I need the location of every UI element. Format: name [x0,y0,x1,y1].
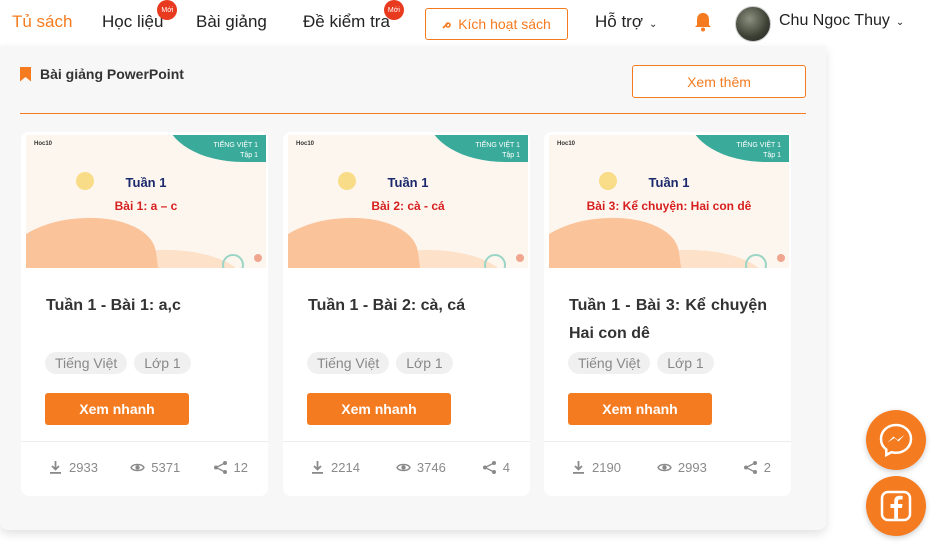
thumb-subject: TIẾNG VIỆT 1 Tập 1 [213,142,258,159]
eye-icon [657,463,672,472]
nav-item-label: Hỗ trợ [595,12,643,31]
eye-icon [396,463,411,472]
thumb-lesson: Bài 2: cà - cá [371,199,445,213]
lecture-panel: Bài giảng PowerPoint Xem thêm Hoc10 TIẾN… [0,46,826,530]
thumb-week: Tuần 1 [387,175,429,190]
quick-view-button[interactable]: Xem nhanh [45,393,189,425]
lecture-card[interactable]: Hoc10 TIẾNG VIỆT 1 Tập 1 Tuần 1 Bài 3: Kể… [544,132,791,496]
thumb-subject: TIẾNG VIỆT 1 Tập 1 [736,142,781,159]
eye-icon [130,463,146,472]
bell-icon[interactable] [694,12,712,32]
download-icon [312,461,323,474]
card-stats: 2933 5371 12 [48,460,248,475]
thumb-brand: Hoc10 [557,141,576,147]
card-stats: 2214 3746 4 [310,460,510,475]
share-icon [482,461,496,474]
nav-item-tu-sach[interactable]: Tủ sách [12,12,72,32]
nav-item-hoc-lieu[interactable]: Học liệu Mới [102,0,178,32]
card-thumbnail[interactable]: Hoc10 TIẾNG VIỆT 1 Tập 1 Tuần 1 Bài 3: Kể… [549,135,789,268]
share-icon [743,461,757,474]
card-tags: Tiếng Việt Lớp 1 [45,352,191,374]
messenger-icon [879,423,913,458]
card-thumbnail[interactable]: Hoc10 TIẾNG VIỆT 1 Tập 1 Tuần 1 Bài 1: a … [26,135,266,268]
card-tags: Tiếng Việt Lớp 1 [307,352,453,374]
card-tags: Tiếng Việt Lớp 1 [568,352,714,374]
activate-book-button[interactable]: Kích hoạt sách [425,8,568,40]
activate-book-label: Kích hoạt sách [458,16,551,32]
nav-item-label: Đề kiểm tra [303,12,390,31]
thumb-subject: TIẾNG VIỆT 1 Tập 1 [475,142,520,159]
quick-view-button[interactable]: Xem nhanh [307,393,451,425]
view-count: 2993 [657,460,707,475]
facebook-icon [880,490,912,522]
chevron-down-icon: ⌄ [649,19,658,30]
card-thumbnail[interactable]: Hoc10 TIẾNG VIỆT 1 Tập 1 Tuần 1 Bài 2: cà… [288,135,528,268]
card-stats: 2190 2993 2 [571,460,771,475]
section-header: Bài giảng PowerPoint [20,66,184,82]
thumb-brand: Hoc10 [296,141,315,147]
new-badge: Mới [157,0,178,20]
share-count[interactable]: 12 [213,460,248,475]
key-icon [442,22,451,29]
download-icon [50,461,61,474]
share-icon [213,461,227,474]
download-count: 2214 [310,460,360,475]
divider [283,441,530,442]
view-count: 5371 [130,460,180,475]
share-count[interactable]: 2 [743,460,771,475]
thumb-brand: Hoc10 [34,141,53,147]
view-count: 3746 [396,460,446,475]
divider [21,441,268,442]
share-count[interactable]: 4 [482,460,510,475]
tag-subject: Tiếng Việt [307,352,390,374]
card-title[interactable]: Tuần 1 - Bài 1: a,c [46,292,244,320]
user-menu[interactable]: Chu Ngoc Thuy ⌄ [779,12,904,30]
nav-item-de-kiem-tra[interactable]: Đề kiểm tra Mới [303,0,404,32]
chevron-down-icon: ⌄ [895,17,905,28]
top-nav: Tủ sách Học liệu Mới Bài giảng Đề kiểm t… [0,0,939,46]
tag-grade: Lớp 1 [396,352,453,374]
tag-grade: Lớp 1 [657,352,714,374]
messenger-button[interactable] [866,410,926,470]
user-name: Chu Ngoc Thuy [779,12,890,29]
thumb-week: Tuần 1 [125,175,167,190]
nav-item-label: Học liệu [102,12,164,31]
nav-item-bai-giang[interactable]: Bài giảng [196,12,267,32]
thumb-lesson: Bài 3: Kể chuyện: Hai con dê [586,199,752,213]
thumb-lesson: Bài 1: a – c [114,199,178,213]
download-icon [573,461,584,474]
card-title[interactable]: Tuần 1 - Bài 2: cà, cá [308,292,506,320]
download-count: 2933 [48,460,98,475]
new-badge: Mới [383,0,404,20]
divider [544,441,791,442]
avatar[interactable] [735,6,771,42]
download-count: 2190 [571,460,621,475]
nav-item-support[interactable]: Hỗ trợ ⌄ [595,12,657,32]
tag-subject: Tiếng Việt [568,352,651,374]
tag-grade: Lớp 1 [134,352,191,374]
quick-view-button[interactable]: Xem nhanh [568,393,712,425]
facebook-button[interactable] [866,476,926,536]
lecture-card[interactable]: Hoc10 TIẾNG VIỆT 1 Tập 1 Tuần 1 Bài 2: cà… [283,132,530,496]
lecture-card[interactable]: Hoc10 TIẾNG VIỆT 1 Tập 1 Tuần 1 Bài 1: a … [21,132,268,496]
bookmark-icon [20,66,31,82]
section-title: Bài giảng PowerPoint [40,66,184,82]
card-title[interactable]: Tuần 1 - Bài 3: Kể chuyện Hai con dê [569,292,767,348]
thumb-week: Tuần 1 [648,175,690,190]
tag-subject: Tiếng Việt [45,352,128,374]
divider [20,113,806,114]
see-more-button[interactable]: Xem thêm [632,65,806,98]
